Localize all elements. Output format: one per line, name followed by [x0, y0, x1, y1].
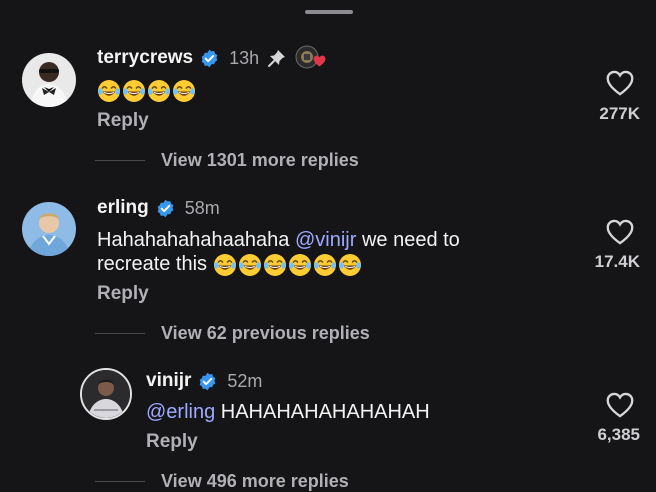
view-replies-label: View 496 more replies — [161, 471, 349, 491]
laughing-with-tears-emoji — [213, 253, 236, 276]
timestamp: 13h — [229, 47, 260, 68]
view-replies-label: View 62 previous replies — [161, 323, 370, 343]
laughing-with-tears-emoji — [98, 80, 120, 102]
laughing-with-tears-emoji — [148, 80, 170, 102]
comment-text-part: HAHAHAHAHAHAHAH — [215, 401, 430, 423]
heart-filled-icon — [313, 55, 326, 67]
like-count: 277K — [599, 104, 640, 123]
laughing-with-tears-emoji — [123, 80, 145, 102]
like-count: 6,385 — [597, 425, 640, 444]
avatar-erling[interactable] — [22, 202, 76, 256]
comment-text: Hahahahahahaahaha @vinijr we need to — [97, 228, 460, 253]
view-more-replies-button[interactable]: View 496 more replies — [95, 471, 349, 492]
verified-badge-icon — [200, 372, 216, 390]
divider — [95, 481, 145, 482]
verified-badge-icon — [157, 199, 174, 217]
mention-link[interactable]: @vinijr — [295, 229, 356, 251]
laughing-with-tears-emoji — [338, 253, 361, 276]
divider — [95, 333, 145, 334]
timestamp: 58m — [184, 197, 220, 218]
verified-badge-icon — [201, 49, 218, 67]
comment-header-vinijr: vinijr 52m — [146, 368, 262, 394]
laughing-with-tears-emoji — [313, 253, 336, 276]
comment-text-line2: recreate this — [97, 252, 362, 277]
comment-header-terrycrews: terrycrews 13h — [97, 45, 326, 71]
avatar-terrycrews[interactable] — [22, 53, 76, 107]
heart-outline-icon[interactable] — [606, 392, 634, 418]
mention-link[interactable]: @erling — [146, 401, 215, 423]
comment-emojis-terrycrews — [97, 79, 196, 103]
reply-button[interactable]: Reply — [97, 283, 149, 305]
laughing-with-tears-emoji — [288, 253, 311, 276]
view-replies-label: View 1301 more replies — [161, 150, 359, 170]
like-count: 17.4K — [594, 252, 640, 271]
sheet-drag-handle[interactable] — [305, 10, 353, 14]
heart-outline-icon[interactable] — [606, 219, 634, 245]
comment-text: @erling HAHAHAHAHAHAHAH — [146, 400, 430, 425]
avatar-vinijr[interactable] — [80, 368, 132, 420]
view-previous-replies-button[interactable]: View 62 previous replies — [95, 323, 370, 344]
heart-outline-icon[interactable] — [606, 70, 634, 96]
pin-icon — [268, 50, 286, 67]
username[interactable]: vinijr — [146, 370, 191, 392]
comment-text-part: Hahahahahahaahaha — [97, 229, 295, 251]
creator-like-badge — [295, 45, 326, 71]
reply-button[interactable]: Reply — [146, 431, 198, 453]
comment-text-part: recreate this — [97, 253, 213, 275]
reply-button[interactable]: Reply — [97, 110, 149, 132]
username[interactable]: terrycrews — [97, 47, 193, 69]
laughing-with-tears-emoji — [238, 253, 261, 276]
username[interactable]: erling — [97, 197, 149, 219]
comment-header-erling: erling 58m — [97, 195, 220, 221]
divider — [95, 160, 145, 161]
laughing-with-tears-emoji — [173, 80, 195, 102]
timestamp: 52m — [227, 370, 263, 391]
laughing-with-tears-emoji — [263, 253, 286, 276]
comment-text-part: we need to — [356, 229, 460, 251]
view-replies-button[interactable]: View 1301 more replies — [95, 150, 359, 171]
